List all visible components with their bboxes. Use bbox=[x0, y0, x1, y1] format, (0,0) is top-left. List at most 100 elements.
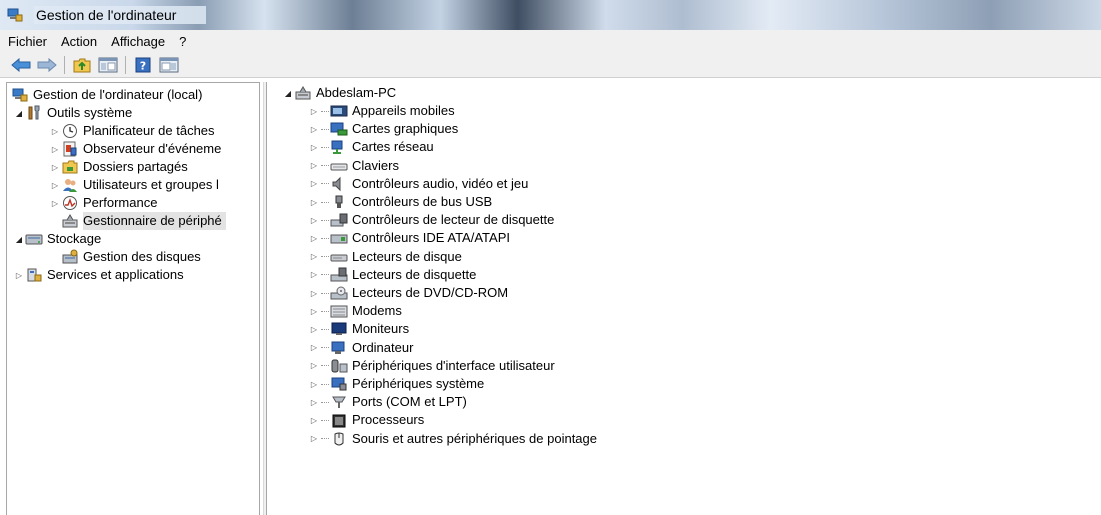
ide-controller-icon bbox=[330, 230, 348, 246]
floppy-controller-icon bbox=[330, 212, 348, 228]
collapsed-arrow-icon[interactable]: ▷ bbox=[308, 123, 320, 135]
device-category-item[interactable]: ▷ Appareils mobiles bbox=[308, 102, 455, 120]
tree-connector-line bbox=[321, 183, 329, 185]
device-category-item[interactable]: ▷ Cartes réseau bbox=[308, 138, 434, 156]
tree-connector-line bbox=[321, 256, 329, 258]
title-bar[interactable]: Gestion de l'ordinateur bbox=[0, 0, 1101, 30]
device-category-item[interactable]: ▷ Cartes graphiques bbox=[308, 120, 458, 138]
network-adapter-icon bbox=[330, 139, 348, 155]
show-hide-tree-button[interactable] bbox=[97, 55, 119, 75]
collapsed-arrow-icon[interactable]: ▷ bbox=[308, 232, 320, 244]
collapsed-arrow-icon[interactable]: ▷ bbox=[49, 161, 61, 173]
tree-item-event-viewer[interactable]: ▷ Observateur d'événeme bbox=[49, 140, 221, 158]
collapsed-arrow-icon[interactable]: ▷ bbox=[308, 178, 320, 190]
tree-item-device-manager[interactable]: Gestionnaire de périphé bbox=[61, 212, 226, 230]
keyboard-icon bbox=[330, 158, 348, 174]
collapsed-arrow-icon[interactable]: ▷ bbox=[308, 214, 320, 226]
console-tree-icon bbox=[98, 57, 118, 72]
device-category-item[interactable]: ▷ Périphériques système bbox=[308, 375, 484, 393]
dvd-drive-icon bbox=[330, 285, 348, 301]
device-tree-root[interactable]: ◢ Abdeslam-PC bbox=[282, 84, 396, 102]
device-category-item[interactable]: ▷ Souris et autres périphériques de point… bbox=[308, 430, 597, 448]
expanded-arrow-icon[interactable]: ◢ bbox=[13, 233, 25, 245]
collapsed-arrow-icon[interactable]: ▷ bbox=[308, 251, 320, 263]
device-category-item[interactable]: ▷ Modems bbox=[308, 302, 402, 320]
tree-item-computer-management[interactable]: Gestion de l'ordinateur (local) bbox=[11, 86, 202, 104]
tree-item-label: Gestion des disques bbox=[83, 249, 201, 264]
collapsed-arrow-icon[interactable]: ▷ bbox=[308, 342, 320, 354]
device-category-item[interactable]: ▷ Contrôleurs IDE ATA/ATAPI bbox=[308, 229, 510, 247]
device-category-item[interactable]: ▷ Lecteurs de disque bbox=[308, 248, 462, 266]
collapsed-arrow-icon[interactable]: ▷ bbox=[308, 269, 320, 281]
tree-item-label: Performance bbox=[83, 195, 158, 210]
collapsed-arrow-icon[interactable]: ▷ bbox=[49, 179, 61, 191]
device-category-label: Périphériques d'interface utilisateur bbox=[352, 357, 555, 373]
mouse-icon bbox=[330, 431, 348, 447]
collapsed-arrow-icon[interactable]: ▷ bbox=[308, 414, 320, 426]
up-folder-button[interactable] bbox=[71, 55, 93, 75]
expanded-arrow-icon[interactable]: ◢ bbox=[282, 87, 294, 99]
expanded-arrow-icon[interactable]: ◢ bbox=[13, 107, 25, 119]
collapsed-arrow-icon[interactable]: ▷ bbox=[308, 141, 320, 153]
tree-item-label: Gestion de l'ordinateur (local) bbox=[33, 87, 203, 102]
collapsed-arrow-icon[interactable]: ▷ bbox=[308, 396, 320, 408]
collapsed-arrow-icon[interactable]: ▷ bbox=[308, 360, 320, 372]
performance-icon bbox=[61, 195, 79, 211]
console-tree-pane[interactable]: Gestion de l'ordinateur (local) ◢ Outils… bbox=[6, 82, 260, 515]
collapsed-arrow-icon[interactable]: ▷ bbox=[308, 305, 320, 317]
pane-splitter[interactable] bbox=[263, 82, 267, 515]
tree-item-task-scheduler[interactable]: ▷ Planificateur de tâches bbox=[49, 122, 215, 140]
tree-item-shared-folders[interactable]: ▷ Dossiers partagés bbox=[49, 158, 188, 176]
device-category-item[interactable]: ▷ Lecteurs de DVD/CD-ROM bbox=[308, 284, 508, 302]
tree-item-services-apps[interactable]: ▷ Services et applications bbox=[13, 266, 184, 284]
menu-help[interactable]: ? bbox=[179, 34, 194, 49]
collapsed-arrow-icon[interactable]: ▷ bbox=[49, 143, 61, 155]
device-category-label: Modems bbox=[352, 303, 402, 319]
toolbar-separator bbox=[64, 55, 65, 74]
display-adapter-icon bbox=[330, 121, 348, 137]
device-category-item[interactable]: ▷ Contrôleurs audio, vidéo et jeu bbox=[308, 175, 528, 193]
device-category-item[interactable]: ▷ Moniteurs bbox=[308, 320, 409, 338]
collapsed-arrow-icon[interactable]: ▷ bbox=[49, 197, 61, 209]
tree-connector-line bbox=[321, 219, 329, 221]
collapsed-arrow-icon[interactable]: ▷ bbox=[308, 105, 320, 117]
help-button[interactable]: ? bbox=[132, 55, 154, 75]
tree-item-system-tools[interactable]: ◢ Outils système bbox=[13, 104, 132, 122]
computer-icon bbox=[330, 340, 348, 356]
menu-fichier[interactable]: Fichier bbox=[8, 34, 55, 49]
tree-item-disk-management[interactable]: Gestion des disques bbox=[61, 248, 201, 266]
device-category-item[interactable]: ▷ Claviers bbox=[308, 157, 399, 175]
collapsed-arrow-icon[interactable]: ▷ bbox=[49, 125, 61, 137]
tree-item-users-groups[interactable]: ▷ Utilisateurs et groupes l bbox=[49, 176, 219, 194]
device-category-item[interactable]: ▷ Lecteurs de disquette bbox=[308, 266, 476, 284]
collapsed-arrow-icon[interactable]: ▷ bbox=[308, 196, 320, 208]
menu-action[interactable]: Action bbox=[61, 34, 105, 49]
device-category-label: Ordinateur bbox=[352, 339, 414, 355]
device-manager-icon bbox=[61, 213, 79, 229]
collapsed-arrow-icon[interactable]: ▷ bbox=[308, 160, 320, 172]
collapsed-arrow-icon[interactable]: ▷ bbox=[13, 269, 25, 281]
collapsed-arrow-icon[interactable]: ▷ bbox=[308, 433, 320, 445]
tree-item-performance[interactable]: ▷ Performance bbox=[49, 194, 157, 212]
device-category-item[interactable]: ▷ Processeurs bbox=[308, 411, 424, 429]
device-category-item[interactable]: ▷ Périphériques d'interface utilisateur bbox=[308, 357, 555, 375]
tree-connector-line bbox=[321, 110, 329, 112]
forward-button[interactable] bbox=[36, 55, 58, 75]
show-hide-action-pane-button[interactable] bbox=[158, 55, 180, 75]
menu-bar: Fichier Action Affichage ? bbox=[0, 30, 1101, 52]
modem-icon bbox=[330, 303, 348, 319]
device-category-item[interactable]: ▷ Contrôleurs de lecteur de disquette bbox=[308, 211, 554, 229]
tree-item-label: Outils système bbox=[47, 105, 133, 120]
device-category-item[interactable]: ▷ Ordinateur bbox=[308, 339, 414, 357]
device-category-item[interactable]: ▷ Contrôleurs de bus USB bbox=[308, 193, 492, 211]
hid-icon bbox=[330, 358, 348, 374]
shared-folders-icon bbox=[61, 159, 79, 175]
device-tree-pane[interactable]: ◢ Abdeslam-PC ▷ Appareils mobiles ▷ Cartes … bbox=[270, 82, 1101, 515]
back-button[interactable] bbox=[10, 55, 32, 75]
tree-item-storage[interactable]: ◢ Stockage bbox=[13, 230, 101, 248]
collapsed-arrow-icon[interactable]: ▷ bbox=[308, 378, 320, 390]
collapsed-arrow-icon[interactable]: ▷ bbox=[308, 287, 320, 299]
device-category-item[interactable]: ▷ Ports (COM et LPT) bbox=[308, 393, 467, 411]
collapsed-arrow-icon[interactable]: ▷ bbox=[308, 323, 320, 335]
menu-affichage[interactable]: Affichage bbox=[111, 34, 173, 49]
